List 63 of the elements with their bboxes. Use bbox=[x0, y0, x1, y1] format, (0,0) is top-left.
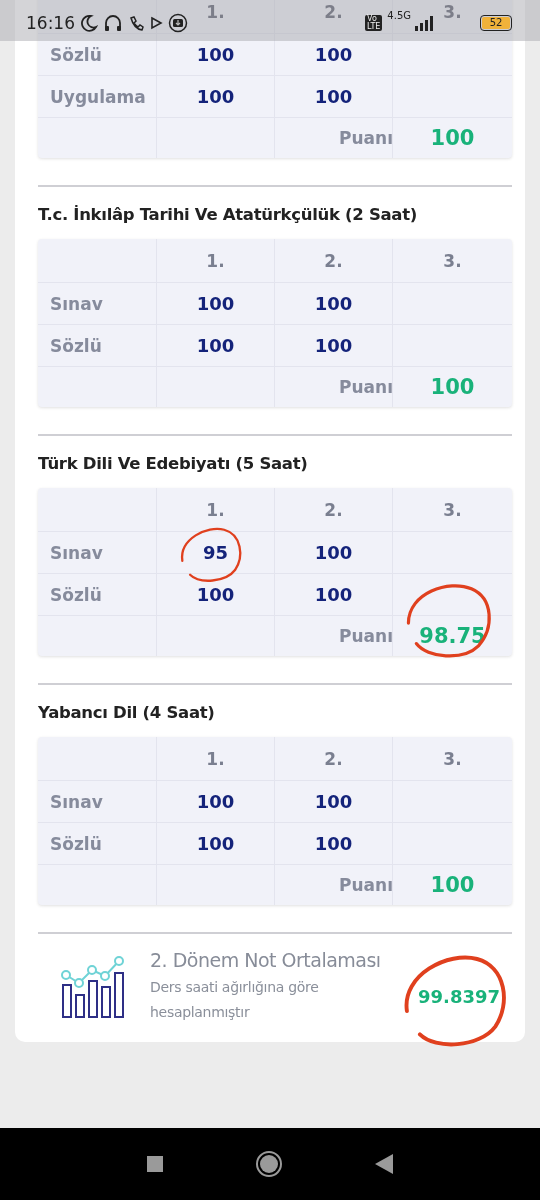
play-icon bbox=[149, 15, 163, 30]
grade-value: 100 bbox=[314, 335, 353, 356]
column-header: 3. bbox=[393, 239, 512, 283]
signal-icon bbox=[414, 14, 436, 31]
score-value: 100 bbox=[430, 375, 475, 399]
back-button[interactable] bbox=[374, 1153, 395, 1175]
row-label: Sözlü bbox=[38, 823, 157, 865]
grade-value: 100 bbox=[196, 833, 235, 854]
course-title: Yabancı Dil (4 Saat) bbox=[38, 702, 216, 724]
square-icon bbox=[145, 1155, 164, 1173]
grade-value: 100 bbox=[314, 833, 353, 854]
score-label: Puanı bbox=[339, 377, 393, 397]
phone-icon bbox=[128, 14, 144, 31]
grade-value: 100 bbox=[196, 293, 235, 314]
home-button[interactable] bbox=[255, 1150, 283, 1178]
grade-value: 100 bbox=[196, 584, 235, 605]
row-label: Sözlü bbox=[38, 34, 157, 76]
course-title: T.c. İnkılâp Tarihi Ve Atatürkçülük (2 Saat) bbox=[38, 204, 418, 226]
moon-icon bbox=[80, 13, 98, 32]
score-value: 100 bbox=[430, 873, 475, 897]
row-label: Sınav bbox=[38, 532, 157, 574]
volte-text: LTE bbox=[367, 22, 381, 31]
clock: 16:16 bbox=[26, 12, 75, 33]
row-label: Uygulama bbox=[38, 76, 157, 118]
column-header: 1. bbox=[157, 488, 275, 532]
network-type: 4.5G bbox=[387, 10, 411, 21]
column-header: 3. bbox=[393, 488, 512, 532]
grade-value: 95 bbox=[202, 542, 229, 563]
download-icon bbox=[168, 12, 188, 33]
volte-text: Vo bbox=[367, 14, 377, 23]
summary-note: Ders saati ağırlığına göre hesaplanmıştır bbox=[150, 978, 320, 1022]
grade-value: 100 bbox=[196, 335, 235, 356]
score-label: Puanı bbox=[339, 875, 393, 895]
column-header: 2. bbox=[275, 488, 393, 532]
grade-value: 100 bbox=[314, 86, 353, 107]
grade-value: 100 bbox=[314, 44, 353, 65]
grade-value: 100 bbox=[314, 542, 353, 563]
recents-button[interactable] bbox=[145, 1155, 164, 1173]
grade-value: 100 bbox=[314, 293, 353, 314]
row-label: Sınav bbox=[38, 283, 157, 325]
summary-title: 2. Dönem Not Ortalaması bbox=[150, 949, 382, 971]
row-label: Sınav bbox=[38, 781, 157, 823]
grade-value: 100 bbox=[314, 584, 353, 605]
column-header: 2. bbox=[275, 239, 393, 283]
column-header: 3. bbox=[393, 737, 512, 781]
column-header: 1. bbox=[157, 239, 275, 283]
score-value: 98.75 bbox=[419, 624, 486, 648]
grade-value: 100 bbox=[196, 44, 235, 65]
circle-icon bbox=[255, 1150, 283, 1178]
grade-value: 100 bbox=[196, 86, 235, 107]
score-value: 100 bbox=[430, 126, 475, 150]
grade-value: 100 bbox=[314, 791, 353, 812]
headphones-icon bbox=[103, 12, 123, 33]
average-value: 99.8397 bbox=[418, 985, 500, 1007]
column-header: 2. bbox=[275, 737, 393, 781]
score-label: Puanı bbox=[339, 128, 393, 148]
course-title: Türk Dili Ve Edebiyatı (5 Saat) bbox=[38, 453, 309, 475]
triangle-icon bbox=[374, 1153, 395, 1175]
score-label: Puanı bbox=[339, 626, 393, 646]
column-header: 1. bbox=[157, 737, 275, 781]
row-label: Sözlü bbox=[38, 325, 157, 367]
row-label: Sözlü bbox=[38, 574, 157, 616]
grade-value: 100 bbox=[196, 791, 235, 812]
